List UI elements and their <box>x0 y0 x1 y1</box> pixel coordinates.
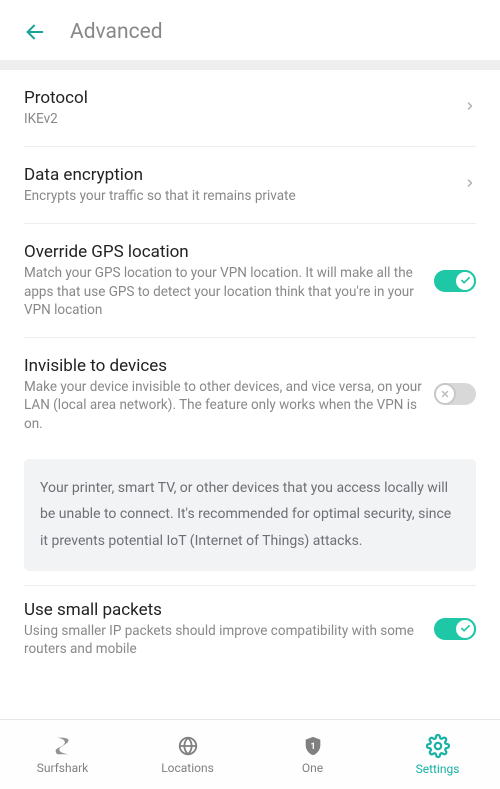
row-use-small-packets: Use small packets Using smaller IP packe… <box>0 586 500 662</box>
row-value: IKEv2 <box>24 110 452 128</box>
arrow-left-icon <box>24 21 46 43</box>
nav-label: One <box>302 761 323 775</box>
shield-one-icon: 1 <box>302 735 324 757</box>
toggle-invisible-to-devices[interactable] <box>434 383 476 405</box>
row-title: Protocol <box>24 88 452 108</box>
row-data-encryption[interactable]: Data encryption Encrypts your traffic so… <box>0 147 500 223</box>
content-fade <box>0 711 500 719</box>
gear-icon <box>426 734 450 758</box>
nav-item-one[interactable]: 1 One <box>250 720 375 789</box>
back-button[interactable] <box>24 21 46 43</box>
check-icon <box>460 275 471 286</box>
row-title: Data encryption <box>24 165 452 185</box>
row-invisible-to-devices: Invisible to devices Make your device in… <box>0 338 500 451</box>
chevron-right-icon <box>464 173 476 197</box>
nav-item-locations[interactable]: Locations <box>125 720 250 789</box>
row-subtitle: Match your GPS location to your VPN loca… <box>24 264 422 319</box>
svg-text:1: 1 <box>310 741 315 751</box>
row-override-gps: Override GPS location Match your GPS loc… <box>0 224 500 337</box>
row-title: Invisible to devices <box>24 356 422 376</box>
row-subtitle: Make your device invisible to other devi… <box>24 378 422 433</box>
nav-label: Settings <box>416 762 460 776</box>
check-icon <box>460 623 471 634</box>
section-gap <box>0 60 500 70</box>
chevron-right-icon <box>464 96 476 120</box>
content-area: Protocol IKEv2 Data encryption Encrypts … <box>0 70 500 719</box>
page-title: Advanced <box>70 20 163 44</box>
info-box-invisible: Your printer, smart TV, or other devices… <box>24 459 476 571</box>
nav-item-settings[interactable]: Settings <box>375 720 500 789</box>
globe-icon <box>177 735 199 757</box>
toggle-use-small-packets[interactable] <box>434 618 476 640</box>
row-subtitle: Encrypts your traffic so that it remains… <box>24 187 452 205</box>
surfshark-icon <box>52 735 74 757</box>
row-title: Override GPS location <box>24 242 422 262</box>
nav-label: Surfshark <box>37 761 89 775</box>
toggle-override-gps[interactable] <box>434 270 476 292</box>
nav-item-surfshark[interactable]: Surfshark <box>0 720 125 789</box>
header: Advanced <box>0 0 500 60</box>
x-icon <box>440 389 450 399</box>
nav-label: Locations <box>161 761 214 775</box>
row-subtitle: Using smaller IP packets should improve … <box>24 622 422 658</box>
bottom-nav: Surfshark Locations 1 One Settings <box>0 719 500 789</box>
row-protocol[interactable]: Protocol IKEv2 <box>0 70 500 146</box>
row-title: Use small packets <box>24 600 422 620</box>
